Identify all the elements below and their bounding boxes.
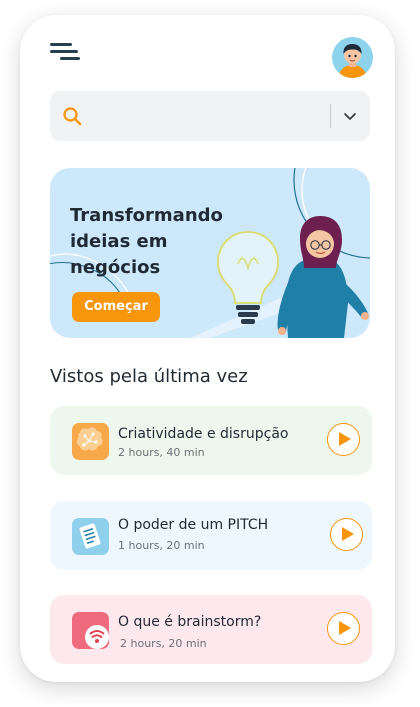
brainstorm-icon [72,612,109,649]
course-title: Criatividade e disrupção [118,426,289,442]
search-bar [50,91,370,141]
course-title: O que é brainstorm? [118,614,262,630]
chevron-down-icon[interactable] [343,109,357,128]
course-card[interactable]: O que é brainstorm? 2 hours, 20 min [50,595,372,664]
play-icon [342,527,354,541]
search-input[interactable] [94,91,324,141]
course-duration: 1 hours, 20 min [118,539,205,552]
recent-section-title: Vistos pela última vez [50,366,248,387]
start-button[interactable]: Começar [72,292,160,322]
course-card[interactable]: Criatividade e disrupção 2 hours, 40 min [50,406,372,475]
course-duration: 2 hours, 40 min [118,446,205,459]
search-icon[interactable] [62,106,82,130]
course-title: O poder de um PITCH [118,517,269,533]
phone-frame: Transformando ideias em negócios Começar… [20,15,395,682]
course-duration: 2 hours, 20 min [120,637,207,650]
play-icon [339,432,351,446]
course-card[interactable]: O poder de um PITCH 1 hours, 20 min [50,501,372,570]
play-button[interactable] [327,423,360,456]
hamburger-menu-icon[interactable] [50,43,80,63]
promo-banner: Transformando ideias em negócios Começar [50,168,370,338]
play-button[interactable] [330,518,363,551]
document-icon [72,518,109,555]
banner-title: Transformando ideias em negócios [70,205,223,278]
brain-circuit-icon [72,423,109,460]
search-divider [330,104,331,128]
play-button[interactable] [327,612,360,645]
play-icon [339,621,351,635]
user-avatar[interactable] [332,37,373,78]
